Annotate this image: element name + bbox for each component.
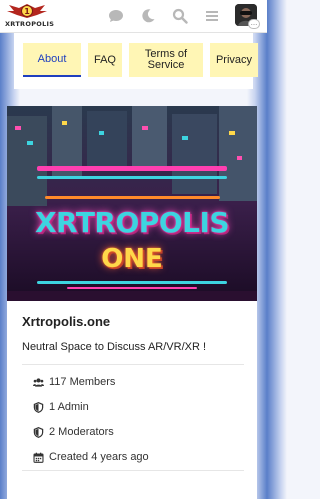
logo-wordmark: XRTROPOLIS bbox=[5, 20, 55, 28]
divider bbox=[22, 470, 244, 471]
site-header: 1 XRTROPOLIS … bbox=[0, 0, 267, 33]
site-logo[interactable]: 1 XRTROPOLIS bbox=[5, 2, 55, 32]
winged-emblem-icon: 1 bbox=[7, 4, 47, 18]
stat-members: 117 Members bbox=[33, 375, 115, 389]
stat-admins: 1 Admin bbox=[33, 400, 89, 414]
tab-faq[interactable]: FAQ bbox=[88, 43, 122, 77]
stat-created-text: Created 4 years ago bbox=[49, 451, 149, 463]
tab-terms-of-service[interactable]: Terms of Service bbox=[129, 43, 203, 77]
stat-moderators: 2 Moderators bbox=[33, 425, 114, 439]
moon-icon[interactable] bbox=[140, 8, 156, 24]
divider bbox=[22, 364, 244, 365]
calendar-icon bbox=[33, 452, 44, 463]
users-icon bbox=[33, 377, 44, 387]
stat-moderators-text: 2 Moderators bbox=[49, 426, 114, 438]
tab-privacy[interactable]: Privacy bbox=[210, 43, 258, 77]
about-page-nav: About FAQ Terms of Service Privacy bbox=[14, 33, 258, 89]
stat-members-text: 117 Members bbox=[49, 376, 116, 388]
banner-subtitle-text: ONE bbox=[101, 244, 163, 274]
search-icon[interactable] bbox=[172, 8, 188, 24]
banner-title-text: XRTROPOLIS bbox=[34, 206, 230, 239]
shield-icon bbox=[33, 401, 44, 413]
site-banner-image: XRTROPOLIS ONE bbox=[7, 106, 257, 301]
avatar-status-badge: … bbox=[248, 19, 260, 29]
stat-created: Created 4 years ago bbox=[33, 450, 149, 464]
stat-admins-text: 1 Admin bbox=[49, 401, 89, 413]
chat-icon[interactable] bbox=[108, 8, 124, 24]
svg-text:1: 1 bbox=[24, 7, 30, 16]
shield-icon bbox=[33, 426, 44, 438]
site-description: Neutral Space to Discuss AR/VR/XR ! bbox=[22, 341, 207, 353]
hamburger-menu-icon[interactable] bbox=[204, 8, 220, 24]
about-card: XRTROPOLIS ONE Xrtropolis.one Neutral Sp… bbox=[7, 106, 257, 499]
site-name: Xrtropolis.one bbox=[22, 314, 111, 329]
tab-about[interactable]: About bbox=[23, 43, 81, 77]
